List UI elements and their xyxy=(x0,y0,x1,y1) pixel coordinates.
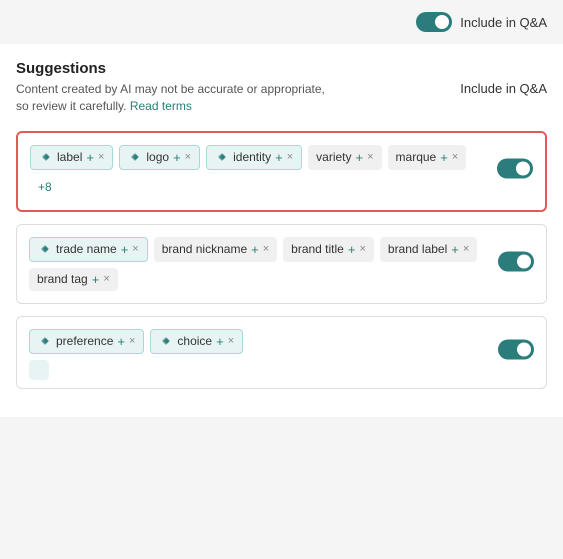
tag-identity-remove[interactable]: × xyxy=(287,151,293,163)
more-badge-card1[interactable]: +8 xyxy=(30,176,60,198)
tag-brand-title-plus[interactable]: + xyxy=(348,242,356,257)
tag-preference-plus[interactable]: + xyxy=(117,334,125,349)
tag-brand-nickname-plus[interactable]: + xyxy=(251,242,259,257)
tag-marque-plus[interactable]: + xyxy=(440,150,448,165)
tag-choice: choice + × xyxy=(150,329,243,354)
top-toggle[interactable] xyxy=(416,12,452,32)
tag-brand-nickname-remove[interactable]: × xyxy=(263,243,269,255)
ai-icon xyxy=(38,334,52,348)
suggestions-header: Suggestions xyxy=(16,60,547,77)
tag-brand-title-remove[interactable]: × xyxy=(359,243,365,255)
tag-preference-remove[interactable]: × xyxy=(129,335,135,347)
suggestion-card-3: preference + × choice + × xyxy=(16,316,547,389)
tag-choice-plus[interactable]: + xyxy=(216,334,224,349)
tag-preference: preference + × xyxy=(29,329,144,354)
read-terms-link[interactable]: Read terms xyxy=(130,99,192,113)
tag-brand-label-remove[interactable]: × xyxy=(463,243,469,255)
tag-brand-nickname: brand nickname + × xyxy=(154,237,277,262)
include-column-header: Include in Q&A xyxy=(460,81,547,96)
ai-icon xyxy=(38,242,52,256)
suggestion-card-1: label + × logo + × xyxy=(16,131,547,212)
top-bar: Include in Q&A xyxy=(0,0,563,44)
main-content: Suggestions Content created by AI may no… xyxy=(0,44,563,417)
tag-label-remove[interactable]: × xyxy=(98,151,104,163)
tag-trade-name-plus[interactable]: + xyxy=(121,242,129,257)
suggestions-row: Content created by AI may not be accurat… xyxy=(16,81,547,115)
tag-brand-title: brand title + × xyxy=(283,237,374,262)
card-3-partial-row xyxy=(29,360,534,380)
card-3-toggle[interactable] xyxy=(498,340,534,360)
ai-icon xyxy=(159,334,173,348)
ai-icon xyxy=(215,150,229,164)
suggestions-description: Content created by AI may not be accurat… xyxy=(16,81,336,115)
tag-choice-remove[interactable]: × xyxy=(228,335,234,347)
card-2-toggle[interactable] xyxy=(498,251,534,271)
partial-indicator xyxy=(29,360,49,380)
top-toggle-label: Include in Q&A xyxy=(460,15,547,30)
card-1-tags: label + × logo + × xyxy=(30,145,533,198)
card-1-toggle-area xyxy=(497,159,533,184)
tag-brand-tag-plus[interactable]: + xyxy=(92,272,100,287)
tag-marque-remove[interactable]: × xyxy=(452,151,458,163)
suggestions-title: Suggestions xyxy=(16,60,547,77)
tag-label-plus[interactable]: + xyxy=(86,150,94,165)
ai-icon xyxy=(39,150,53,164)
tag-brand-label-plus[interactable]: + xyxy=(451,242,459,257)
card-3-tags: preference + × choice + × xyxy=(29,329,534,354)
tag-variety-plus[interactable]: + xyxy=(356,150,364,165)
tag-brand-label: brand label + × xyxy=(380,237,477,262)
tag-identity: identity + × xyxy=(206,145,302,170)
tag-label: label + × xyxy=(30,145,113,170)
tag-marque: marque + × xyxy=(388,145,467,170)
tag-logo-plus[interactable]: + xyxy=(173,150,181,165)
tag-identity-plus[interactable]: + xyxy=(275,150,283,165)
tag-trade-name: trade name + × xyxy=(29,237,148,262)
tag-brand-tag: brand tag + × xyxy=(29,268,118,291)
tag-brand-tag-remove[interactable]: × xyxy=(103,273,109,285)
card-2-tags: trade name + × brand nickname + × brand … xyxy=(29,237,534,291)
suggestion-card-2: trade name + × brand nickname + × brand … xyxy=(16,224,547,304)
tag-variety-remove[interactable]: × xyxy=(367,151,373,163)
card-3-toggle-area xyxy=(498,340,534,365)
card-2-toggle-area xyxy=(498,251,534,276)
tag-logo-remove[interactable]: × xyxy=(185,151,191,163)
tag-variety: variety + × xyxy=(308,145,381,170)
ai-icon xyxy=(128,150,142,164)
card-1-toggle[interactable] xyxy=(497,159,533,179)
tag-logo: logo + × xyxy=(119,145,200,170)
tag-trade-name-remove[interactable]: × xyxy=(132,243,138,255)
